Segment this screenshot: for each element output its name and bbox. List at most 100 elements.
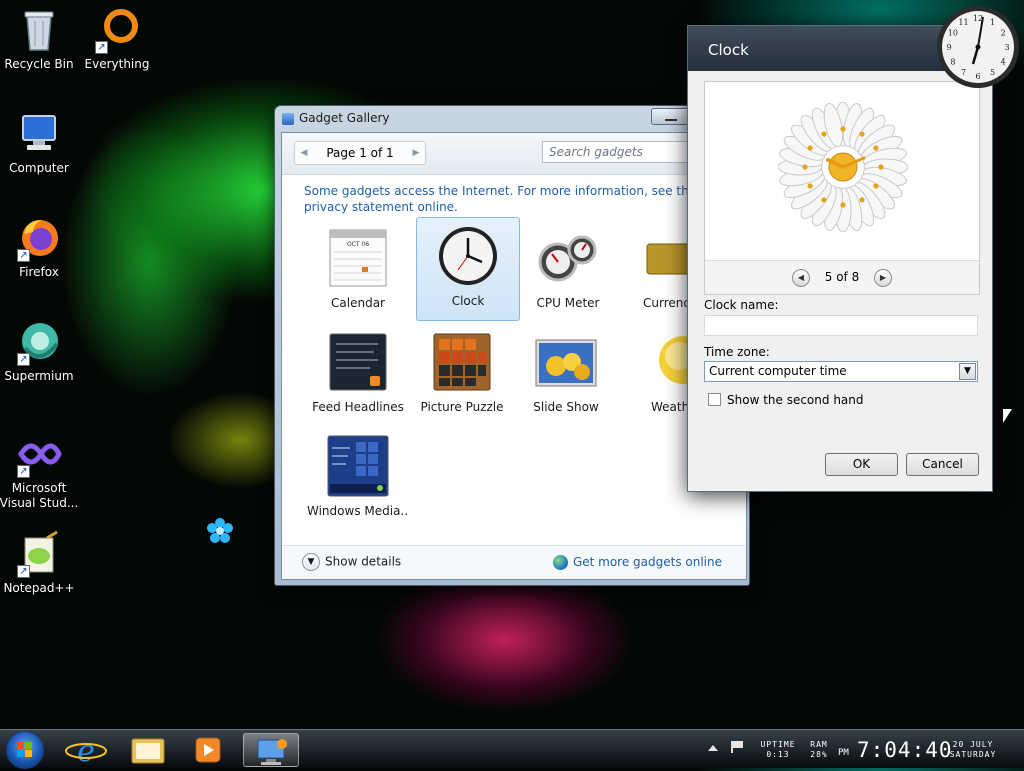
folder-icon — [131, 738, 165, 764]
internet-explorer-icon: e — [65, 734, 107, 769]
desktop-icon-label: Supermium — [4, 369, 74, 383]
shortcut-arrow-icon: ↗ — [17, 353, 30, 366]
desktop-icon-label: Firefox — [19, 265, 59, 279]
svg-text:5: 5 — [990, 68, 995, 77]
minimize-button[interactable] — [651, 108, 691, 125]
taskbar-file-explorer[interactable] — [120, 733, 176, 767]
firefox-icon: ↗ — [15, 214, 63, 262]
next-page-icon[interactable]: ▶ — [408, 142, 424, 164]
desktop-icon-visual-studio[interactable]: ↗ Microsoft Visual Stud... — [0, 430, 81, 511]
gadget-label: Windows Media... — [307, 504, 409, 518]
gallery-client-area: ◀ Page 1 of 1 ▶ Search gadgets Some gadg… — [281, 132, 747, 580]
windows-logo-icon — [17, 742, 32, 757]
svg-text:3: 3 — [1004, 43, 1009, 52]
flower-logo-icon — [206, 517, 234, 545]
page-label: Page 1 of 1 — [326, 146, 394, 160]
gadget-tile-calendar[interactable]: OCT 06 Calendar — [306, 219, 410, 323]
gadget-tile-picture-puzzle[interactable]: Picture Puzzle — [410, 323, 514, 427]
svg-text:10: 10 — [948, 29, 958, 38]
computer-icon — [15, 110, 63, 158]
svg-text:1: 1 — [990, 18, 995, 27]
svg-text:4: 4 — [1001, 58, 1006, 67]
ok-button[interactable]: OK — [825, 453, 898, 476]
desktop-icon-firefox[interactable]: ↗ Firefox — [0, 214, 81, 280]
gallery-footer: ▼ Show details Get more gadgets online — [282, 545, 746, 579]
mouse-cursor-icon — [1003, 409, 1012, 423]
ram-readout: RAM 28% — [804, 730, 834, 769]
get-more-gadgets-link[interactable]: Get more gadgets online — [552, 555, 722, 570]
gadget-tile-cpu-meter[interactable]: CPU Meter — [516, 219, 620, 323]
search-placeholder: Search gadgets — [549, 145, 643, 159]
desktop-icon-computer[interactable]: Computer — [0, 110, 81, 176]
desktop-icon-supermium[interactable]: ↗ Supermium — [0, 318, 81, 384]
gadget-tile-windows-media[interactable]: Windows Media... — [306, 427, 410, 531]
clock-style-navigator: ◀ 5 of 8 ▶ — [705, 260, 979, 294]
gadget-label: Calendar — [331, 296, 385, 310]
show-hidden-icons-button[interactable] — [708, 745, 718, 751]
svg-text:7: 7 — [961, 68, 966, 77]
gadget-tile-feed-headlines[interactable]: Feed Headlines — [306, 323, 410, 427]
desktop-icon-label: Microsoft Visual Stud... — [0, 481, 79, 510]
date-label: 20 JULY — [952, 740, 994, 749]
svg-text:2: 2 — [1001, 29, 1006, 38]
clock-settings-dialog: Clock ◀ 5 of 8 ▶ Clock name: Time zone: … — [687, 25, 993, 492]
show-details-button[interactable]: ▼ Show details — [302, 553, 401, 571]
supermium-icon: ↗ — [15, 318, 63, 366]
internet-privacy-notice[interactable]: Some gadgets access the Internet. For mo… — [304, 183, 724, 215]
svg-text:9: 9 — [946, 43, 951, 52]
taskbar-internet-explorer[interactable]: e — [58, 733, 114, 769]
taskbar-date[interactable]: 20 JULY SATURDAY — [942, 730, 1004, 769]
cancel-button[interactable]: Cancel — [906, 453, 979, 476]
desktop-icon-label: Computer — [9, 161, 69, 175]
gadget-tile-clock[interactable]: Clock — [416, 217, 520, 321]
next-style-button[interactable]: ▶ — [874, 269, 892, 287]
shortcut-arrow-icon: ↗ — [17, 465, 30, 478]
gadget-label: Clock — [451, 294, 485, 308]
ram-value: 28% — [810, 750, 828, 759]
second-hand-checkbox[interactable]: Show the second hand — [708, 393, 864, 407]
taskbar: e UPTIME 0:13 RAM 28% PM 7:04:40 20 JULY… — [0, 729, 1024, 769]
shortcut-arrow-icon: ↗ — [17, 565, 30, 578]
start-button[interactable] — [6, 731, 44, 769]
windows-media-icon — [326, 434, 390, 498]
window-title: Gadget Gallery — [299, 111, 390, 125]
desktop-icon-everything[interactable]: ↗ Everything — [75, 6, 159, 72]
clock-name-input[interactable] — [704, 315, 978, 336]
shortcut-arrow-icon: ↗ — [95, 41, 108, 54]
recycle-bin-icon — [15, 6, 63, 54]
ram-label: RAM — [810, 740, 828, 749]
desktop-icon-label: Recycle Bin — [4, 57, 74, 71]
clock-style-preview: ◀ 5 of 8 ▶ — [704, 81, 980, 295]
slide-show-icon — [534, 330, 598, 394]
page-navigator: ◀ Page 1 of 1 ▶ — [294, 141, 426, 165]
desktop-icon-recycle-bin[interactable]: Recycle Bin — [0, 6, 81, 72]
chevron-down-icon: ▼ — [302, 553, 320, 571]
everything-icon: ↗ — [93, 6, 141, 54]
desktop-clock-gadget[interactable]: 12 1 2 3 4 5 6 7 8 9 10 11 — [935, 4, 1021, 90]
time-zone-value: Current computer time — [709, 364, 847, 378]
gadget-label: Picture Puzzle — [420, 400, 504, 414]
feed-headlines-icon — [326, 330, 390, 394]
desktop-icon-notepad-plus-plus[interactable]: ↗ Notepad++ — [0, 530, 81, 596]
svg-text:8: 8 — [950, 58, 955, 67]
uptime-label: UPTIME — [760, 740, 796, 749]
action-center-flag-icon[interactable] — [731, 741, 743, 753]
chevron-down-icon[interactable]: ▼ — [959, 363, 976, 380]
taskbar-clock[interactable]: 7:04:40 — [857, 738, 953, 762]
gallery-toolbar: ◀ Page 1 of 1 ▶ Search gadgets — [282, 133, 746, 175]
gadgets-icon — [257, 739, 287, 765]
gadget-tile-slide-show[interactable]: Slide Show — [514, 323, 618, 427]
ampm-indicator: PM — [838, 748, 849, 758]
taskbar-gadgets[interactable] — [243, 733, 299, 767]
checkbox-box[interactable] — [708, 393, 721, 406]
analog-clock-icon: 12 1234567891011 — [937, 6, 1019, 88]
daisy-clock-icon — [777, 101, 909, 233]
style-counter: 5 of 8 — [824, 270, 860, 284]
time-zone-select[interactable]: Current computer time ▼ — [704, 361, 978, 382]
picture-puzzle-icon — [430, 330, 494, 394]
time-zone-label: Time zone: — [704, 345, 770, 359]
show-details-label: Show details — [325, 554, 402, 569]
taskbar-media-player[interactable] — [180, 733, 236, 767]
desktop-icon-label: Notepad++ — [3, 581, 75, 595]
desktop-icon-label: Everything — [84, 57, 150, 71]
